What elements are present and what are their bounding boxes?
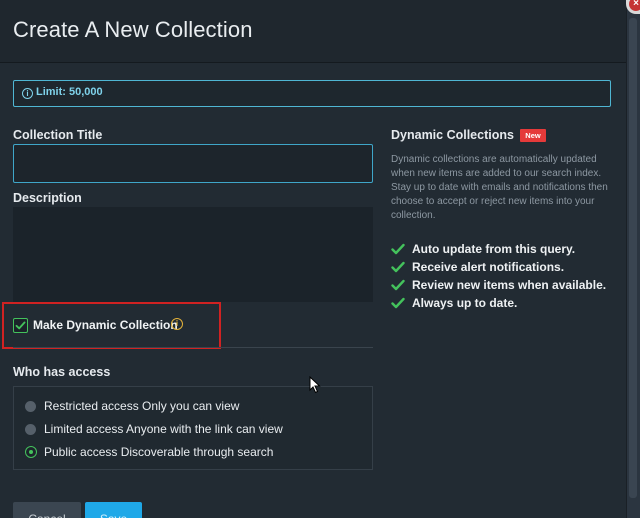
dynamic-collections-description: Dynamic collections are automatically up…: [391, 154, 608, 221]
radio-public[interactable]: [25, 446, 37, 458]
radio-limited-label[interactable]: Limited access Anyone with the link can …: [44, 422, 283, 436]
mouse-cursor-icon: [309, 376, 321, 394]
new-badge: New: [520, 129, 546, 142]
radio-restricted-label[interactable]: Restricted access Only you can view: [44, 399, 239, 413]
dynamic-collection-checkbox[interactable]: [13, 318, 28, 333]
check-icon: [391, 279, 405, 291]
create-collection-modal: Create A New Collection i Limit: 50,000 C…: [0, 0, 626, 518]
scrollbar-thumb[interactable]: [629, 18, 637, 498]
radio-public-label[interactable]: Public access Discoverable through searc…: [44, 445, 273, 459]
access-heading: Who has access: [13, 365, 111, 379]
collection-title-label: Collection Title: [13, 128, 103, 142]
description-label: Description: [13, 191, 82, 205]
check-icon: [391, 261, 405, 273]
info-icon: i: [22, 88, 33, 99]
checkmark-icon: [15, 321, 26, 330]
radio-limited[interactable]: [25, 424, 36, 435]
save-button[interactable]: Save: [85, 502, 142, 518]
check-icon: [391, 243, 405, 255]
feature-text: Receive alert notifications.: [412, 260, 565, 274]
feature-text: Always up to date.: [412, 296, 518, 310]
feature-text: Auto update from this query.: [412, 242, 576, 256]
close-icon: ×: [629, 0, 640, 11]
modal-header: Create A New Collection: [0, 0, 626, 63]
section-divider: [13, 347, 373, 348]
cancel-button[interactable]: Cancel: [13, 502, 81, 518]
modal-title: Create A New Collection: [13, 17, 253, 42]
limit-text: Limit: 50,000: [36, 86, 103, 98]
dynamic-collections-title: Dynamic Collections: [391, 128, 514, 142]
radio-restricted[interactable]: [25, 401, 36, 412]
feature-text: Review new items when available.: [412, 278, 607, 292]
info-warning-icon[interactable]: i: [171, 318, 183, 330]
description-textarea[interactable]: [13, 207, 373, 302]
dynamic-collection-label[interactable]: Make Dynamic Collection: [33, 318, 178, 332]
collection-title-input[interactable]: [13, 144, 373, 183]
limit-banner: i Limit: 50,000: [13, 80, 611, 107]
check-icon: [391, 297, 405, 309]
